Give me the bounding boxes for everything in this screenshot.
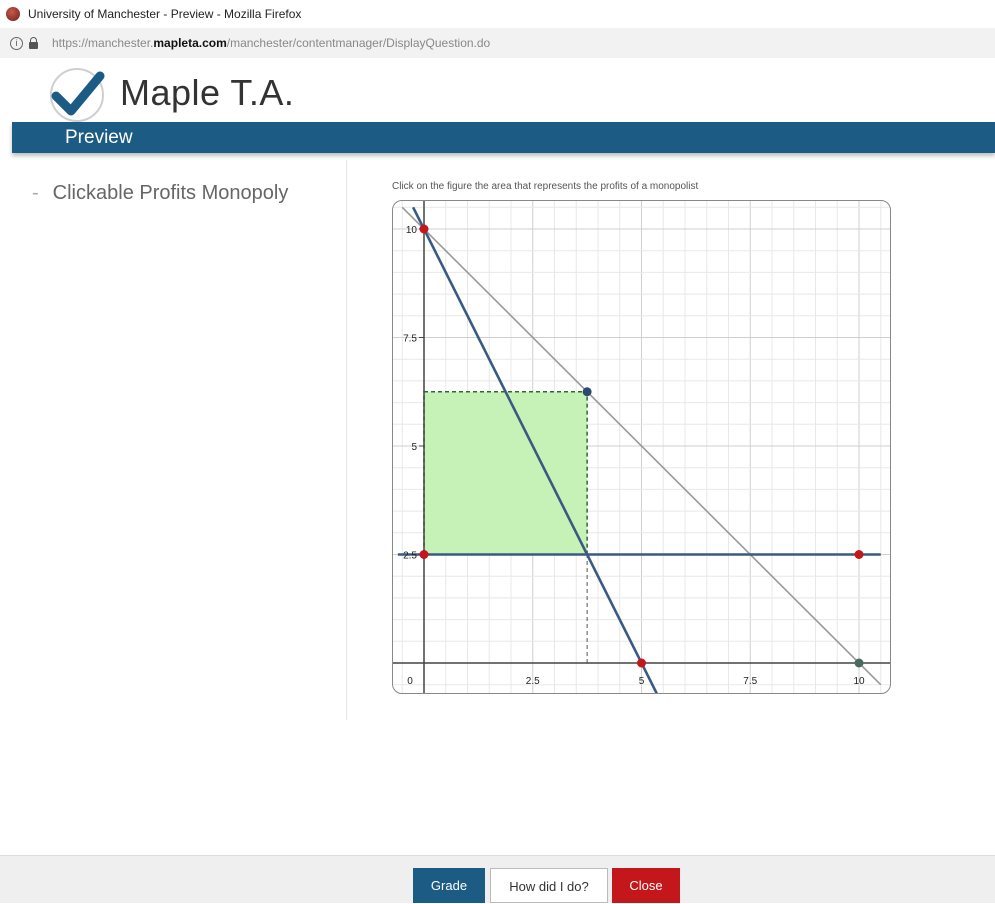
grade-button[interactable]: Grade [413, 868, 485, 903]
y-tick-label: 10 [406, 225, 418, 236]
clickable-plot[interactable]: 0 2.5 5 7.5 10 2.5 5 7.5 10 [392, 200, 891, 694]
firefox-icon [6, 7, 20, 21]
preview-bar: Preview [12, 122, 995, 153]
question-sidebar: - Clickable Profits Monopoly [12, 160, 347, 720]
info-icon[interactable]: i [10, 36, 23, 50]
url-text[interactable]: https://manchester.mapleta.com/mancheste… [52, 36, 490, 50]
brand-name: Maple T.A. [120, 72, 295, 113]
x-tick-label: 5 [639, 676, 645, 687]
plot-point [419, 550, 429, 559]
plot-point [582, 387, 592, 397]
profit-area [423, 391, 588, 556]
url-path: /manchester/contentmanager/DisplayQuesti… [226, 36, 491, 50]
site-header: Maple T.A. [0, 58, 995, 122]
question-prompt: Click on the figure the area that repres… [392, 181, 699, 192]
lock-icon[interactable] [29, 36, 38, 49]
page-title: Preview [65, 127, 133, 148]
checkmark-logo-icon [50, 68, 105, 122]
url-domain: mapleta.com [153, 36, 227, 50]
x-tick-label: 2.5 [526, 676, 540, 687]
plot-point [854, 658, 864, 668]
y-tick-label: 2.5 [403, 551, 417, 562]
plot-canvas[interactable]: 0 2.5 5 7.5 10 2.5 5 7.5 10 [393, 201, 890, 693]
y-tick-label: 5 [411, 442, 417, 453]
sidebar-item-label: Clickable Profits Monopoly [52, 182, 289, 204]
sidebar-item-question[interactable]: - Clickable Profits Monopoly [32, 182, 288, 205]
y-tick-label: 7.5 [403, 334, 417, 345]
plot-point [419, 224, 429, 234]
window-title: University of Manchester - Preview - Moz… [28, 7, 302, 21]
sidebar-item-dash: - [32, 182, 39, 204]
plot-point [854, 550, 864, 559]
how-did-i-do-button[interactable]: How did I do? [490, 868, 608, 903]
x-tick-label: 7.5 [743, 676, 757, 687]
close-button[interactable]: Close [612, 868, 680, 903]
action-bar: Grade How did I do? Close [0, 855, 995, 903]
browser-title-bar: University of Manchester - Preview - Moz… [0, 0, 995, 28]
plot-point [637, 658, 646, 668]
address-bar[interactable]: i https://manchester.mapleta.com/manches… [0, 28, 995, 59]
x-tick-label: 0 [407, 676, 413, 687]
url-prefix: https://manchester. [52, 36, 154, 50]
x-tick-label: 10 [853, 676, 865, 687]
